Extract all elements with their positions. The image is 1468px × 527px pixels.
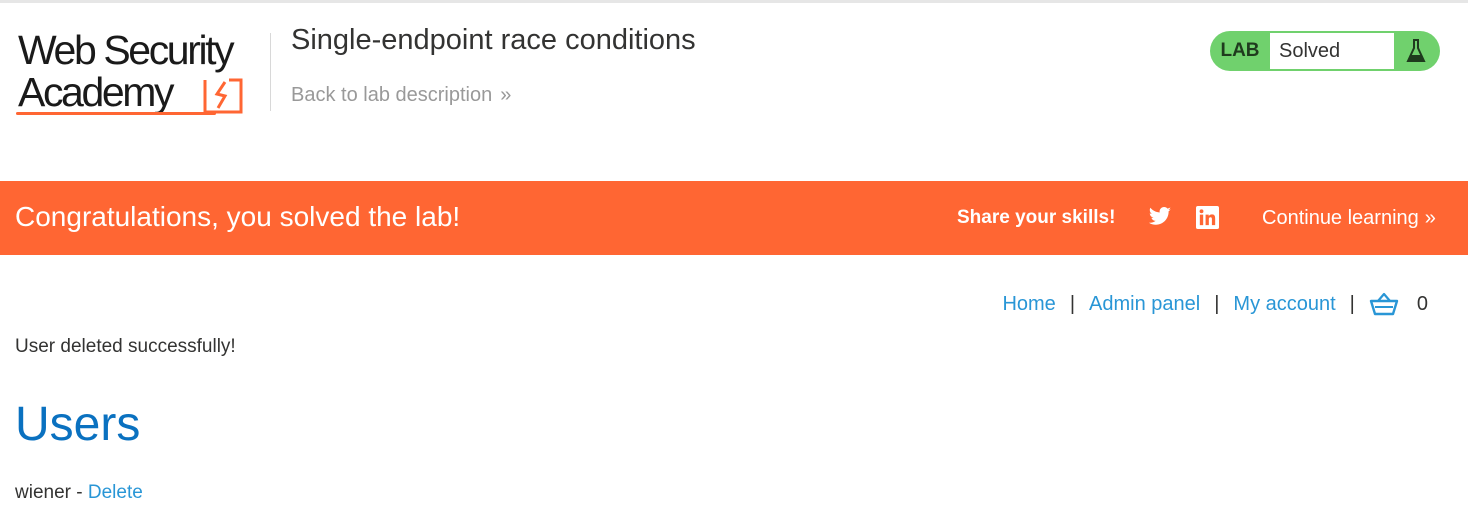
flask-icon <box>1394 33 1438 69</box>
lab-status-badge: LAB Solved <box>1210 31 1440 71</box>
lab-title: Single-endpoint race conditions <box>291 24 696 56</box>
nav-admin-panel-link[interactable]: Admin panel <box>1089 293 1200 316</box>
status-message: User deleted successfully! <box>15 336 236 357</box>
web-security-academy-logo[interactable]: Web Security Academy <box>16 28 268 123</box>
continue-learning-link[interactable]: Continue learning » <box>1262 207 1436 230</box>
user-separator: - <box>70 482 88 503</box>
logo-text-line1: Web Security <box>18 27 235 73</box>
nav-separator: | <box>1214 292 1220 315</box>
top-nav: Home | Admin panel | My account | 0 <box>1002 292 1428 316</box>
lab-status-state: Solved <box>1270 33 1394 69</box>
nav-separator: | <box>1069 292 1076 315</box>
page-header: Web Security Academy Single-endpoint rac… <box>0 3 1468 181</box>
nav-separator: | <box>1349 292 1355 315</box>
linkedin-icon[interactable] <box>1196 206 1219 229</box>
user-name: wiener <box>15 482 71 503</box>
list-item: wiener - Delete <box>15 482 143 504</box>
header-divider <box>270 33 271 111</box>
twitter-icon[interactable] <box>1148 206 1172 228</box>
congratulations-message: Congratulations, you solved the lab! <box>15 201 461 232</box>
nav-home-link[interactable]: Home <box>1002 293 1055 316</box>
logo-text-line2: Academy <box>18 69 175 115</box>
lab-status-tag: LAB <box>1220 40 1260 61</box>
delete-user-link[interactable]: Delete <box>88 482 143 503</box>
logo-underline <box>16 112 216 115</box>
double-chevron-right-icon: » <box>1424 207 1436 229</box>
continue-learning-label: Continue learning <box>1262 207 1419 229</box>
back-link-label: Back to lab description <box>291 84 493 106</box>
double-chevron-right-icon: » <box>500 84 511 106</box>
share-skills-label: Share your skills! <box>957 207 1116 228</box>
lab-solved-banner: Congratulations, you solved the lab! Sha… <box>0 181 1468 255</box>
cart-count: 0 <box>1416 292 1428 315</box>
logo-bolt-icon <box>203 78 243 114</box>
back-to-lab-description-link[interactable]: Back to lab description » <box>291 84 511 107</box>
users-heading: Users <box>15 398 141 451</box>
nav-my-account-link[interactable]: My account <box>1233 293 1335 316</box>
cart-icon[interactable] <box>1369 292 1399 316</box>
